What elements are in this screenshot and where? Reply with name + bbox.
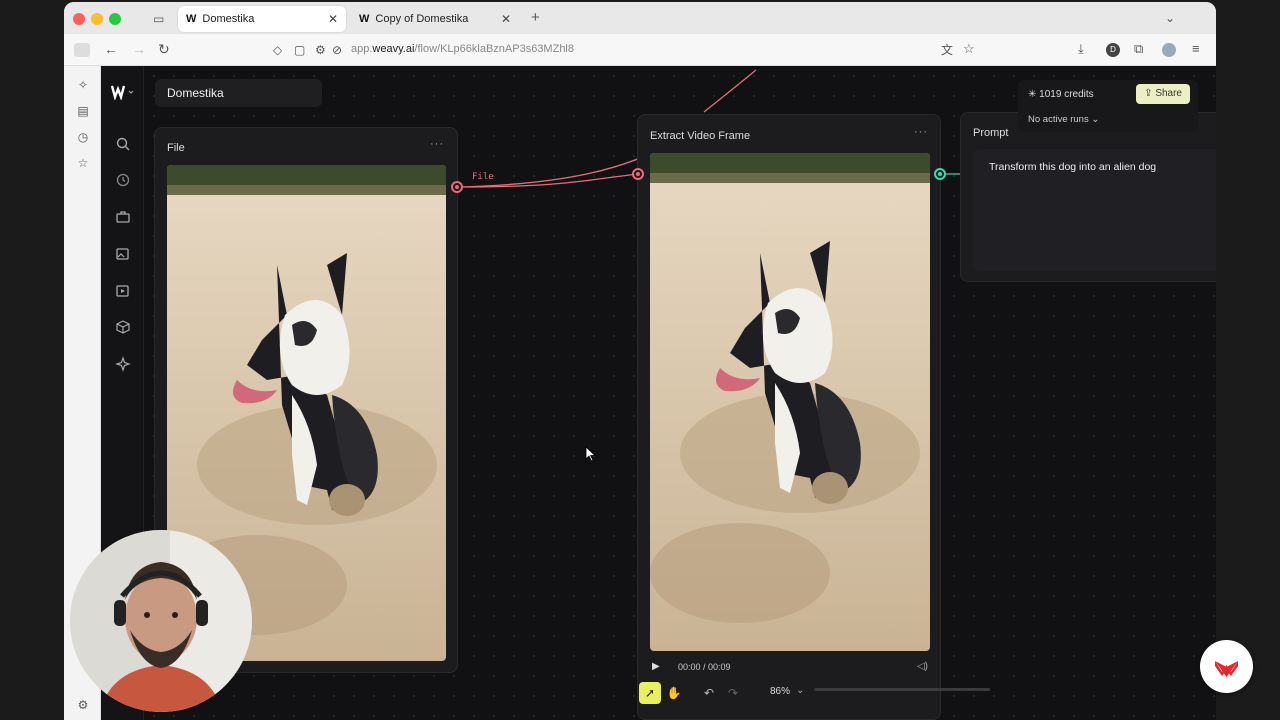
3d-cube-icon[interactable] (115, 319, 131, 335)
node-menu-icon[interactable]: ··· (430, 138, 444, 150)
weavy-logo-icon[interactable] (111, 84, 135, 100)
history-icon[interactable] (115, 172, 131, 188)
settings-gear-icon[interactable]: ⚙ (76, 698, 90, 712)
flow-canvas[interactable]: Domestika File ··· File Extract Video Fr… (144, 66, 1216, 720)
prompt-text-area[interactable]: Transform this dog into an alien dog (973, 149, 1216, 271)
timeline-scrubber[interactable] (814, 688, 990, 691)
translate-icon[interactable]: 文 (941, 43, 953, 57)
share-button[interactable]: ⇪ Share (1136, 84, 1190, 104)
list-tabs-chevron-icon[interactable]: ⌄ (1165, 11, 1175, 25)
share-label: Share (1155, 88, 1182, 99)
forward-icon[interactable]: → (132, 42, 146, 56)
extract-input-port[interactable] (632, 168, 644, 180)
history-clock-icon[interactable]: ◷ (76, 130, 90, 144)
node-menu-icon[interactable]: ··· (914, 126, 928, 138)
account-icon[interactable] (1162, 43, 1176, 57)
lock-icon[interactable]: ▢ (294, 43, 305, 57)
briefcase-icon[interactable] (115, 209, 131, 225)
weavy-favicon-icon: W (359, 13, 370, 25)
bookmarks-star-icon[interactable]: ☆ (76, 156, 90, 170)
navigation-bar: ← → ↻ ◇ ▢ ⚙ ⊘ app.weavy.ai/flow/KLp66kla… (64, 34, 1216, 66)
hand-tool-icon[interactable]: ✋ (663, 682, 685, 704)
tab-overview-icon[interactable]: ▭ (153, 12, 164, 26)
url-path: /flow/KLp66klaBznAP3s63MZhl8 (414, 43, 574, 55)
extensions-icon[interactable]: ⧉ (1134, 42, 1143, 56)
video-timestamp: 00:00 / 00:09 (678, 662, 731, 672)
credits-panel: ✳ 1019 credits ⇪ Share No active runs ⌄ (1018, 80, 1198, 132)
minimize-window-button[interactable] (91, 13, 103, 25)
node-title: File (167, 142, 185, 154)
select-tool-icon[interactable]: ➚ (639, 682, 661, 704)
zoom-chevron-icon[interactable]: ⌄ (796, 685, 804, 696)
shield-icon[interactable]: ◇ (273, 43, 282, 57)
close-window-button[interactable] (73, 13, 85, 25)
bookmark-star-icon[interactable]: ☆ (963, 42, 975, 56)
sidebar-toggle-icon[interactable] (74, 43, 90, 57)
extract-video-frame-node[interactable]: Extract Video Frame ··· ▶ 00:00 / 00:09 … (637, 114, 941, 720)
active-runs-dropdown[interactable]: No active runs ⌄ (1028, 114, 1099, 125)
node-title: Extract Video Frame (650, 130, 751, 142)
reload-icon[interactable]: ↻ (158, 42, 170, 56)
edge-label: File (472, 172, 494, 182)
tracking-icon[interactable]: ⊘ (332, 43, 342, 57)
tab-bar: ▭ W Domestika ✕ W Copy of Domestika ✕ + … (64, 2, 1216, 34)
new-tab-icon[interactable]: + (531, 10, 540, 25)
project-name[interactable]: Domestika (155, 79, 322, 107)
url-prefix: app. (351, 43, 373, 55)
canvas-toolbar: ➚ ✋ ↶ ↷ 86% ⌄ (574, 680, 990, 706)
image-edit-icon[interactable] (115, 246, 131, 262)
redo-icon[interactable]: ↷ (722, 682, 744, 704)
close-tab-icon[interactable]: ✕ (328, 12, 338, 26)
ai-sparkle-icon[interactable]: ✧ (76, 78, 90, 92)
credits-label: ✳ 1019 credits (1028, 89, 1094, 100)
sparkle-icon[interactable] (115, 356, 131, 372)
presenter-webcam (70, 530, 252, 712)
back-icon[interactable]: ← (104, 42, 118, 56)
permissions-icon[interactable]: ⚙ (315, 43, 326, 57)
prompt-node[interactable]: Prompt Transform this dog into an alien … (960, 112, 1216, 282)
url-domain: weavy.ai (372, 43, 415, 55)
file-output-port[interactable] (451, 181, 463, 193)
runs-label: No active runs (1028, 114, 1089, 125)
profile-avatar-icon[interactable]: D (1106, 43, 1120, 57)
tab-copy-of-domestika[interactable]: W Copy of Domestika ✕ (351, 6, 519, 32)
video-edit-icon[interactable] (115, 283, 131, 299)
node-title: Prompt (973, 127, 1009, 139)
credits-value: 1019 credits (1039, 89, 1094, 100)
tab-title: Domestika (202, 13, 255, 25)
weavy-favicon-icon: W (186, 13, 197, 25)
reading-list-icon[interactable]: ▤ (76, 104, 90, 118)
search-icon[interactable] (115, 136, 131, 152)
extract-output-port[interactable] (934, 168, 946, 180)
maximize-window-button[interactable] (109, 13, 121, 25)
close-tab-icon[interactable]: ✕ (501, 12, 511, 26)
video-frame-preview (650, 153, 930, 651)
tab-domestika[interactable]: W Domestika ✕ (178, 6, 346, 32)
prompt-text: Transform this dog into an alien dog (989, 161, 1157, 173)
volume-icon[interactable]: ◁) (917, 661, 928, 672)
domestika-logo (1200, 640, 1253, 693)
edge-offscreen (703, 69, 757, 113)
mouse-cursor-icon (585, 446, 597, 462)
downloads-icon[interactable]: ⤓ (1078, 42, 1084, 56)
undo-icon[interactable]: ↶ (698, 682, 720, 704)
play-icon[interactable]: ▶ (652, 661, 660, 672)
video-controls: ▶ 00:00 / 00:09 ◁) (650, 660, 930, 676)
tab-title: Copy of Domestika (375, 13, 469, 25)
chevron-down-icon: ⌄ (1091, 114, 1100, 125)
url-field[interactable]: app.weavy.ai/flow/KLp66klaBznAP3s63MZhl8 (351, 43, 574, 55)
menu-hamburger-icon[interactable]: ≡ (1192, 42, 1200, 56)
zoom-level[interactable]: 86% (770, 686, 790, 697)
